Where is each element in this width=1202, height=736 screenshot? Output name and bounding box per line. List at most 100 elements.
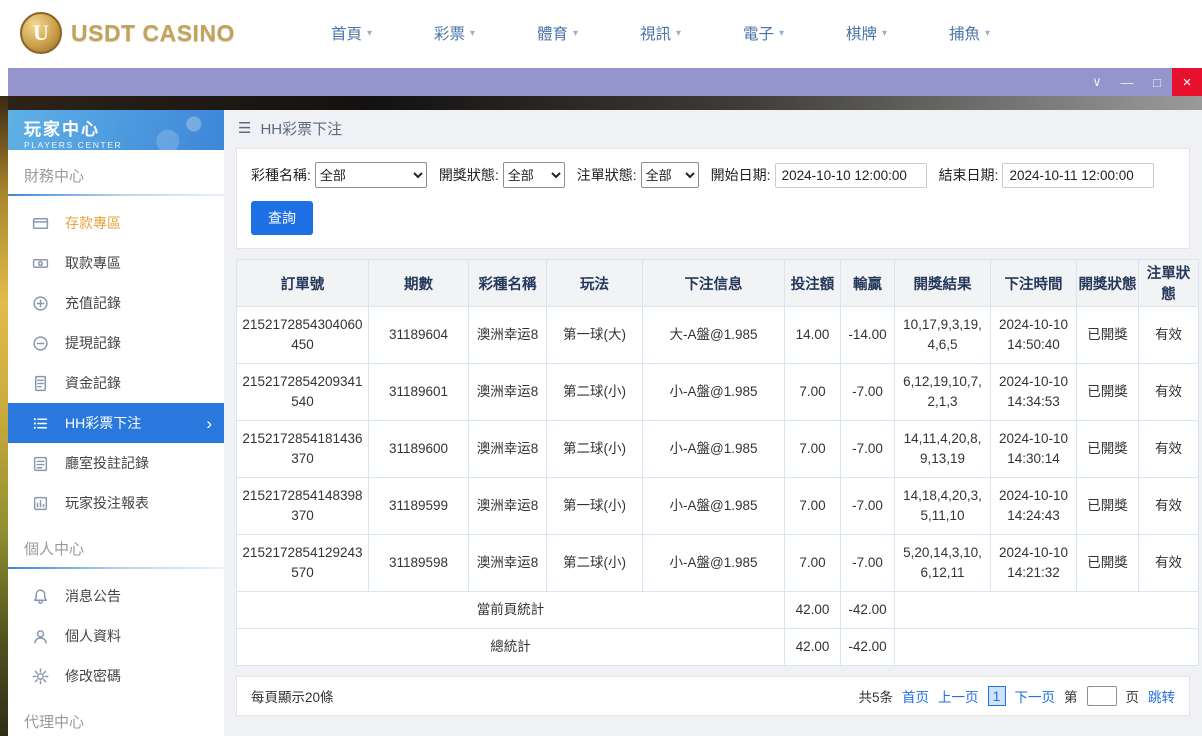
start-date-input[interactable] [774, 162, 927, 188]
sidebar: 玩家中心 PLAYERS CENTER 財務中心 存款專區 取款專區 充值記錄 提現記錄… [8, 110, 224, 736]
sidebar-item[interactable]: 充值記錄 [8, 283, 224, 323]
start-date-label: 開始日期: [710, 167, 771, 183]
withdraw-icon [32, 255, 49, 272]
nav-item[interactable]: 首頁 ▾ [300, 22, 403, 44]
window-body: 玩家中心 PLAYERS CENTER 財務中心 存款專區 取款專區 充值記錄 提現記錄… [8, 110, 1202, 736]
recharge-record-icon [32, 295, 49, 312]
cell-amount: 7.00 [784, 363, 841, 421]
filter-panel: 彩種名稱: 全部 開獎狀態: 全部 注單狀態: 全部 開始日期: 2024-10… [236, 148, 1190, 249]
summary-empty [894, 591, 1199, 629]
cell-bet-time: 2024-10-10 14:24:43 [990, 477, 1077, 535]
table-row: 2152172854209341540 31189601 澳洲幸运8 第二球(小) 小-… [236, 363, 1199, 421]
cell-bet-info: 大-A盤@1.985 [642, 306, 785, 364]
cell-amount: 7.00 [784, 534, 841, 592]
sidebar-item[interactable]: 個人資料 [8, 616, 224, 656]
column-header: 注單狀態 [1138, 259, 1199, 307]
draw-status-select[interactable]: 全部 [502, 162, 565, 188]
sidebar-item[interactable]: 廳室投註記錄 [8, 443, 224, 483]
search-button[interactable]: 查詢 [251, 201, 313, 235]
lottery-filter: 彩種名稱: 全部 [251, 162, 427, 188]
pagination-controls: 共5条 首页 上一页 1 下一页 第 页 跳转 [858, 686, 1175, 706]
site-logo[interactable]: U USDT CASINO [20, 12, 268, 54]
nav-item[interactable]: 捕魚 ▾ [918, 22, 1021, 44]
cell-result: 10,17,9,3,19,4,6,5 [894, 306, 991, 364]
sidebar-item[interactable]: 資金記錄 [8, 363, 224, 403]
nav-item-label: 電子 [742, 26, 774, 43]
minimize-icon[interactable]: — [1112, 68, 1142, 96]
cell-lottery: 澳洲幸运8 [468, 420, 547, 478]
nav-item[interactable]: 電子 ▾ [712, 22, 815, 44]
jump-button[interactable]: 跳转 [1148, 686, 1175, 706]
cell-period: 31189598 [368, 534, 469, 592]
cell-draw-status: 已開獎 [1076, 363, 1139, 421]
jump-label-post: 页 [1125, 690, 1140, 705]
cell-order-no: 2152172854148398370 [236, 477, 369, 535]
cell-play: 第一球(大) [546, 306, 643, 364]
cell-bet-time: 2024-10-10 14:30:14 [990, 420, 1077, 478]
summary-row: 總統計 42.00 -42.00 [236, 628, 1199, 666]
order-status-select[interactable]: 全部 [640, 162, 699, 188]
nav-item[interactable]: 體育 ▾ [506, 22, 609, 44]
nav-item[interactable]: 棋牌 ▾ [815, 22, 918, 44]
cell-period: 31189599 [368, 477, 469, 535]
nav-item[interactable]: 彩票 ▾ [403, 22, 506, 44]
current-page[interactable]: 1 [987, 686, 1006, 706]
cell-order-status: 有效 [1138, 534, 1199, 592]
prev-page-link[interactable]: 上一页 [938, 686, 979, 706]
sidebar-item[interactable]: HH彩票下注 › [8, 403, 224, 443]
sidebar-item[interactable]: 取款專區 [8, 243, 224, 283]
lottery-select[interactable]: 全部 [314, 162, 427, 188]
cell-play: 第二球(小) [546, 534, 643, 592]
chevron-down-icon: ▾ [984, 27, 991, 39]
jump-label-pre: 第 [1064, 690, 1078, 705]
cell-play: 第二球(小) [546, 420, 643, 478]
cell-draw-status: 已開獎 [1076, 420, 1139, 478]
cell-draw-status: 已開獎 [1076, 306, 1139, 364]
nav-item-label: 首頁 [330, 26, 362, 43]
cell-order-no: 2152172854304060450 [236, 306, 369, 364]
cell-bet-info: 小-A盤@1.985 [642, 363, 785, 421]
next-page-link[interactable]: 下一页 [1015, 686, 1056, 706]
column-header: 輸贏 [840, 259, 895, 307]
sidebar-item[interactable]: 消息公告 [8, 576, 224, 616]
sidebar-item[interactable]: 玩家投注報表 [8, 483, 224, 523]
sidebar-item-label: 玩家投注報表 [65, 495, 149, 511]
cell-bet-time: 2024-10-10 14:21:32 [990, 534, 1077, 592]
page-title: HH彩票下注 [260, 120, 343, 138]
column-header: 訂單號 [236, 259, 369, 307]
logo-text: USDT CASINO [71, 19, 235, 46]
summary-label: 當前頁統計 [236, 591, 785, 629]
banner-strip [8, 96, 1202, 110]
cell-order-no: 2152172854129243570 [236, 534, 369, 592]
summary-empty [894, 628, 1199, 666]
cell-play: 第二球(小) [546, 363, 643, 421]
lottery-filter-label: 彩種名稱: [251, 167, 311, 183]
sidebar-item[interactable]: 存款專區 [8, 203, 224, 243]
nav-item[interactable]: 視訊 ▾ [609, 22, 712, 44]
cell-amount: 7.00 [784, 420, 841, 478]
sidebar-section-divider [8, 567, 224, 569]
sidebar-item[interactable]: 提現記錄 [8, 323, 224, 363]
cell-amount: 7.00 [784, 477, 841, 535]
sidebar-subtitle: PLAYERS CENTER [24, 140, 123, 150]
first-page-link[interactable]: 首页 [902, 686, 929, 706]
end-date-input[interactable] [1002, 162, 1155, 188]
summary-amount: 42.00 [784, 628, 841, 666]
maximize-icon[interactable]: □ [1142, 68, 1172, 96]
cell-win-loss: -7.00 [840, 363, 895, 421]
close-icon[interactable]: × [1172, 68, 1202, 96]
cell-draw-status: 已開獎 [1076, 534, 1139, 592]
room-record-icon [32, 455, 49, 472]
collapse-icon[interactable]: ∨ [1082, 68, 1112, 96]
sidebar-item-label: HH彩票下注 [65, 415, 142, 431]
cell-result: 14,18,4,20,3,5,11,10 [894, 477, 991, 535]
sidebar-item-label: 消息公告 [65, 588, 121, 604]
page-background-strip [0, 96, 8, 736]
column-header: 下注時間 [990, 259, 1077, 307]
cell-order-no: 2152172854181436370 [236, 420, 369, 478]
usdt-logo-icon: U [20, 12, 62, 54]
sidebar-item[interactable]: 修改密碼 [8, 656, 224, 696]
page-jump-input[interactable] [1086, 686, 1117, 706]
order-status-filter-label: 注單狀態: [576, 167, 637, 183]
menu-icon[interactable]: ☰ [238, 119, 251, 137]
